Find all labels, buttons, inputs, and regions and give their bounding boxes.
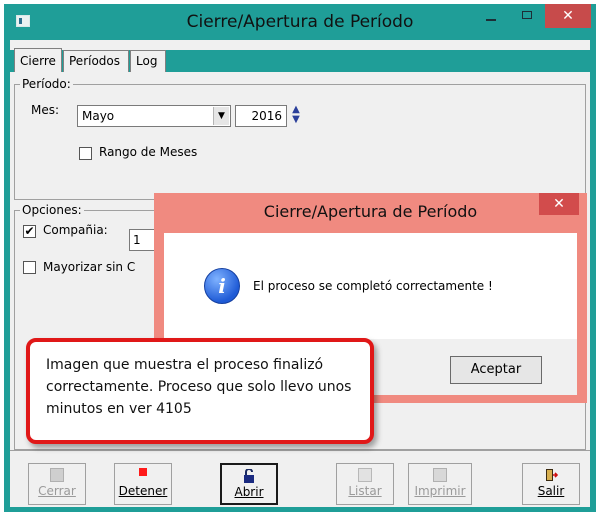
tab-strip: Cierre Períodos Log [10,48,590,72]
mayorizar-checkbox[interactable] [23,261,36,274]
imprimir-button[interactable]: Imprimir [408,463,472,505]
close-period-icon [50,468,64,482]
dialog-close-button[interactable]: ✕ [539,193,579,215]
tab-periodos[interactable]: Períodos [63,50,129,72]
aceptar-button[interactable]: Aceptar [450,356,542,384]
mes-label: Mes: [31,103,60,117]
mes-value: Mayo [82,109,115,123]
rango-label: Rango de Meses [99,145,198,159]
periodo-group: Período: Mes: Mayo ▼ 2016 ▲ ▼ Rango de Me… [14,77,586,200]
mayorizar-label: Mayorizar sin C [43,260,136,274]
rango-checkbox[interactable] [79,147,92,160]
title-bar[interactable]: Cierre/Apertura de Período ✕ [4,4,596,40]
compania-checkbox[interactable]: ✔ [23,225,36,238]
maximize-icon [522,11,532,19]
opciones-legend: Opciones: [20,203,84,217]
abrir-button[interactable]: Abrir [220,463,278,505]
minimize-button[interactable] [476,4,506,28]
periodo-legend: Período: [20,77,73,91]
annotation-text: Imagen que muestra el proceso finalizó c… [46,357,352,417]
printer-icon [433,468,447,482]
bottom-toolbar: Cerrar Detener Abrir Listar Imprimir Sal… [10,450,590,507]
cerrar-button[interactable]: Cerrar [28,463,86,505]
tab-cierre[interactable]: Cierre [14,48,62,72]
year-input[interactable]: 2016 [235,105,287,127]
listar-button[interactable]: Listar [336,463,394,505]
salir-button[interactable]: Salir [522,463,580,505]
chevron-down-icon[interactable]: ▼ [213,107,229,125]
year-stepper[interactable]: ▲ ▼ [290,105,302,127]
minimize-icon [486,19,496,21]
maximize-button[interactable] [512,4,542,28]
imprimir-label: Imprimir [414,484,466,498]
mes-select[interactable]: Mayo ▼ [77,105,231,127]
annotation-callout: Imagen que muestra el proceso finalizó c… [26,338,374,444]
exit-door-icon [544,468,559,482]
listar-label: Listar [348,484,382,498]
salir-label: Salir [537,484,565,498]
detener-label: Detener [118,484,168,498]
dialog-title: Cierre/Apertura de Período [263,202,478,221]
detener-button[interactable]: Detener [114,463,172,505]
cerrar-label: Cerrar [38,484,76,498]
lock-icon [244,468,254,483]
compania-label: Compañia: [43,223,108,237]
close-button[interactable]: ✕ [545,4,591,28]
tab-log[interactable]: Log [130,50,166,72]
stop-icon [136,468,150,482]
window-title: Cierre/Apertura de Período [186,12,414,32]
info-icon: i [204,268,240,304]
dialog-message: El proceso se completó correctamente ! [253,279,493,293]
abrir-label: Abrir [234,485,264,499]
list-icon [358,468,372,482]
